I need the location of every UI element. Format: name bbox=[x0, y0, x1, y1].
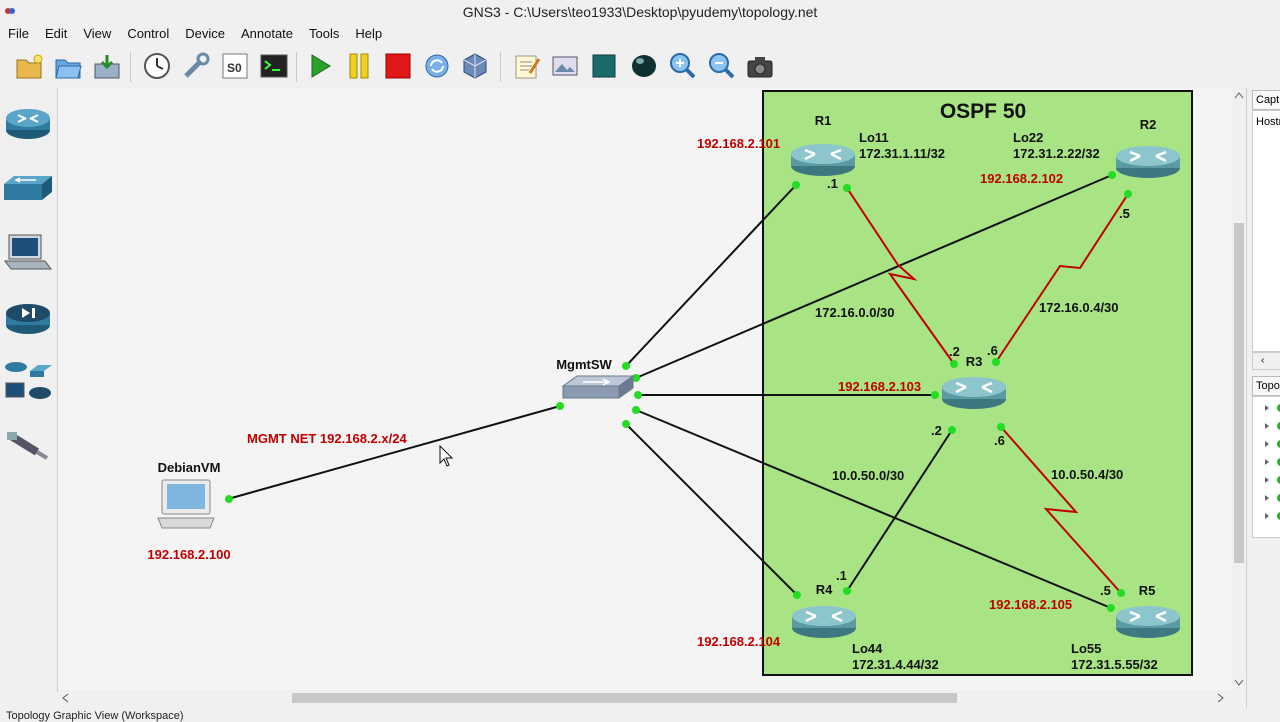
show-interface-labels-icon[interactable]: S0 bbox=[218, 49, 252, 83]
topology-summary-tab[interactable]: Topol bbox=[1252, 376, 1280, 396]
console-all-icon[interactable] bbox=[257, 49, 291, 83]
canvas-horizontal-scrollbar[interactable] bbox=[58, 690, 1232, 706]
all-devices-icon[interactable] bbox=[2, 356, 54, 408]
start-all-icon[interactable] bbox=[303, 49, 337, 83]
mgmtsw-name[interactable]: MgmtSW bbox=[556, 357, 612, 372]
r1-mgmt-ip[interactable]: 192.168.2.101 bbox=[697, 136, 780, 151]
canvas-vertical-scrollbar[interactable] bbox=[1232, 88, 1246, 690]
r5-name[interactable]: R5 bbox=[1139, 583, 1156, 598]
add-link-icon[interactable] bbox=[2, 420, 54, 472]
mgmt-net-label[interactable]: MGMT NET 192.168.2.x/24 bbox=[247, 431, 407, 446]
reload-all-icon[interactable] bbox=[420, 49, 454, 83]
menu-annotate[interactable]: Annotate bbox=[233, 24, 301, 44]
right-dock: Captu Hostn ‹ Topol bbox=[1246, 88, 1280, 708]
title-bar: GNS3 - C:\Users\teo1933\Desktop\pyudemy\… bbox=[0, 0, 1280, 25]
r1-loopback-ip[interactable]: 172.31.1.11/32 bbox=[859, 146, 945, 161]
add-note-icon[interactable] bbox=[510, 49, 544, 83]
r4-loopback-ip[interactable]: 172.31.4.44/32 bbox=[852, 657, 939, 672]
draw-ellipse-icon[interactable] bbox=[627, 49, 661, 83]
menu-file[interactable]: File bbox=[0, 24, 37, 44]
router-r5-icon[interactable] bbox=[1116, 606, 1180, 638]
if-r5-octet: .5 bbox=[1100, 583, 1111, 598]
if-r3-to-r1-octet: .2 bbox=[949, 344, 960, 359]
captures-hostname-column[interactable]: Hostn bbox=[1253, 111, 1280, 133]
preferences-icon[interactable] bbox=[179, 49, 213, 83]
topology-canvas[interactable]: OSPF 50 MGMT NET 192.168.2.x/24 DebianVM… bbox=[58, 88, 1245, 690]
if-r1-octet: .1 bbox=[827, 176, 838, 191]
zoom-in-icon[interactable] bbox=[666, 49, 700, 83]
router-r4-icon[interactable] bbox=[792, 606, 856, 638]
r3-name[interactable]: R3 bbox=[966, 354, 983, 369]
debianvm-computer-icon[interactable] bbox=[157, 479, 215, 529]
r4-mgmt-ip[interactable]: 192.168.2.104 bbox=[697, 634, 781, 649]
topology-summary-panel bbox=[1252, 396, 1280, 538]
menu-tools[interactable]: Tools bbox=[301, 24, 347, 44]
menu-view[interactable]: View bbox=[75, 24, 119, 44]
main-toolbar: S0 bbox=[0, 44, 1280, 88]
r2-mgmt-ip[interactable]: 192.168.2.102 bbox=[980, 171, 1063, 186]
if-r3-to-r2-octet: .6 bbox=[987, 343, 998, 358]
if-r3-to-r4-octet: .2 bbox=[931, 423, 942, 438]
r1-loopback-name[interactable]: Lo11 bbox=[859, 130, 889, 145]
menu-control[interactable]: Control bbox=[119, 24, 177, 44]
r5-loopback-name[interactable]: Lo55 bbox=[1071, 641, 1101, 656]
r5-mgmt-ip[interactable]: 192.168.2.105 bbox=[989, 597, 1072, 612]
if-r4-octet: .1 bbox=[836, 568, 847, 583]
status-bar: Topology Graphic View (Workspace) bbox=[0, 708, 1280, 722]
open-project-icon[interactable] bbox=[51, 49, 85, 83]
save-project-icon[interactable] bbox=[90, 49, 124, 83]
snapshot-icon[interactable] bbox=[140, 49, 174, 83]
router-r1-icon[interactable] bbox=[791, 144, 855, 176]
insert-picture-icon[interactable] bbox=[548, 49, 582, 83]
menu-bar: File Edit View Control Device Annotate Tools He… bbox=[0, 24, 1280, 44]
r3-mgmt-ip[interactable]: 192.168.2.103 bbox=[838, 379, 921, 394]
link-debian-mgmtsw[interactable] bbox=[227, 405, 561, 500]
security-devices-icon[interactable] bbox=[2, 293, 54, 345]
r4-name[interactable]: R4 bbox=[816, 582, 833, 597]
r1-name[interactable]: R1 bbox=[815, 113, 832, 128]
subnet-r3-r4-label[interactable]: 10.0.50.0/30 bbox=[832, 468, 904, 483]
svg-text:S0: S0 bbox=[227, 61, 242, 75]
zoom-out-icon[interactable] bbox=[705, 49, 739, 83]
status-text: Topology Graphic View (Workspace) bbox=[6, 710, 184, 722]
menu-help[interactable]: Help bbox=[347, 24, 390, 44]
captures-panel-tab[interactable]: Captu bbox=[1252, 90, 1280, 110]
window-title: GNS3 - C:\Users\teo1933\Desktop\pyudemy\… bbox=[462, 4, 818, 20]
ospf-area-title: OSPF 50 bbox=[940, 100, 1026, 123]
r2-loopback-ip[interactable]: 172.31.2.22/32 bbox=[1013, 146, 1100, 161]
screenshot-icon[interactable] bbox=[743, 49, 777, 83]
menu-edit[interactable]: Edit bbox=[37, 24, 75, 44]
captures-panel: Hostn bbox=[1252, 110, 1280, 352]
r2-loopback-name[interactable]: Lo22 bbox=[1013, 130, 1043, 145]
switches-icon[interactable] bbox=[2, 163, 54, 215]
if-r3-to-r5-octet: .6 bbox=[994, 433, 1005, 448]
stop-all-icon[interactable] bbox=[381, 49, 415, 83]
router-r2-icon[interactable] bbox=[1116, 146, 1180, 178]
captures-scroll-left-icon[interactable]: ‹ bbox=[1252, 352, 1280, 370]
mouse-cursor-icon bbox=[439, 444, 454, 467]
subnet-r1-r3-label[interactable]: 172.16.0.0/30 bbox=[815, 305, 895, 320]
debianvm-ip[interactable]: 192.168.2.100 bbox=[147, 547, 230, 562]
subnet-r3-r5-label[interactable]: 10.0.50.4/30 bbox=[1051, 467, 1123, 482]
debianvm-name[interactable]: DebianVM bbox=[158, 460, 221, 475]
device-dock bbox=[0, 88, 58, 692]
virtualbox-icon[interactable] bbox=[458, 49, 492, 83]
topology-graphics: OSPF 50 MGMT NET 192.168.2.x/24 DebianVM… bbox=[147, 90, 1193, 676]
routers-icon[interactable] bbox=[2, 98, 54, 150]
suspend-all-icon[interactable] bbox=[342, 49, 376, 83]
subnet-r2-r3-label[interactable]: 172.16.0.4/30 bbox=[1039, 300, 1119, 315]
r2-name[interactable]: R2 bbox=[1140, 117, 1157, 132]
end-devices-icon[interactable] bbox=[2, 228, 54, 280]
menu-device[interactable]: Device bbox=[177, 24, 233, 44]
switch-mgmtsw-icon[interactable] bbox=[561, 375, 635, 399]
draw-rectangle-icon[interactable] bbox=[587, 49, 621, 83]
new-project-icon[interactable] bbox=[12, 49, 46, 83]
router-r3-icon[interactable] bbox=[942, 377, 1006, 409]
r4-loopback-name[interactable]: Lo44 bbox=[852, 641, 883, 656]
r5-loopback-ip[interactable]: 172.31.5.55/32 bbox=[1071, 657, 1158, 672]
if-r2-octet: .5 bbox=[1119, 206, 1130, 221]
